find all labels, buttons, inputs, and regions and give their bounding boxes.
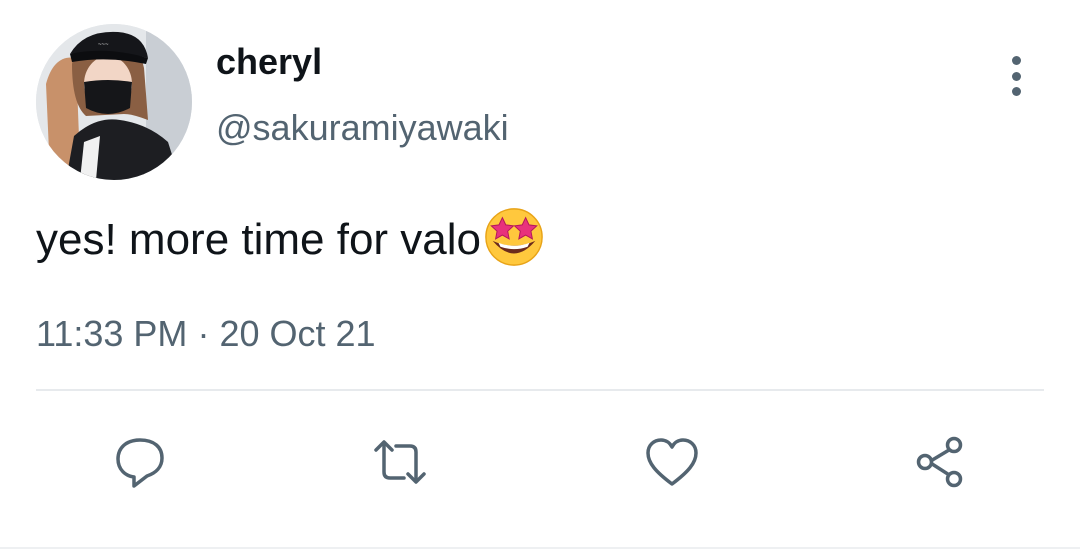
- user-handle[interactable]: @sakuramiyawaki: [216, 106, 509, 150]
- tweet-card: ~~~ cheryl @sakuramiyawaki yes! more tim…: [0, 0, 1080, 555]
- more-vertical-icon-dot: [1011, 71, 1021, 81]
- share-button[interactable]: [908, 430, 972, 494]
- reply-icon: [116, 438, 164, 488]
- svg-text:~~~: ~~~: [98, 42, 109, 48]
- share-icon: [916, 436, 963, 488]
- retweet-button[interactable]: [368, 430, 432, 494]
- like-button[interactable]: [640, 430, 704, 494]
- avatar[interactable]: ~~~: [36, 24, 192, 180]
- star-struck-emoji: [485, 208, 543, 266]
- heart-icon: [646, 438, 698, 486]
- retweet-icon: [374, 440, 426, 484]
- tweet-timestamp[interactable]: 11:33 PM · 20 Oct 21: [36, 312, 376, 356]
- tweet-date: 20 Oct 21: [219, 313, 376, 354]
- display-name[interactable]: cheryl: [216, 40, 322, 84]
- tweet-text: yes! more time for valo: [36, 215, 482, 264]
- more-vertical-icon-dot: [1011, 87, 1021, 96]
- bottom-border: [0, 547, 1080, 549]
- more-options-button[interactable]: [996, 52, 1036, 100]
- divider: [36, 389, 1044, 391]
- avatar-photo: ~~~: [36, 24, 192, 180]
- reply-button[interactable]: [108, 430, 172, 494]
- tweet-text-row: yes! more time for valo: [36, 208, 545, 268]
- timestamp-separator: ·: [197, 313, 210, 354]
- tweet-time: 11:33 PM: [36, 313, 188, 354]
- more-vertical-icon: [1011, 56, 1021, 65]
